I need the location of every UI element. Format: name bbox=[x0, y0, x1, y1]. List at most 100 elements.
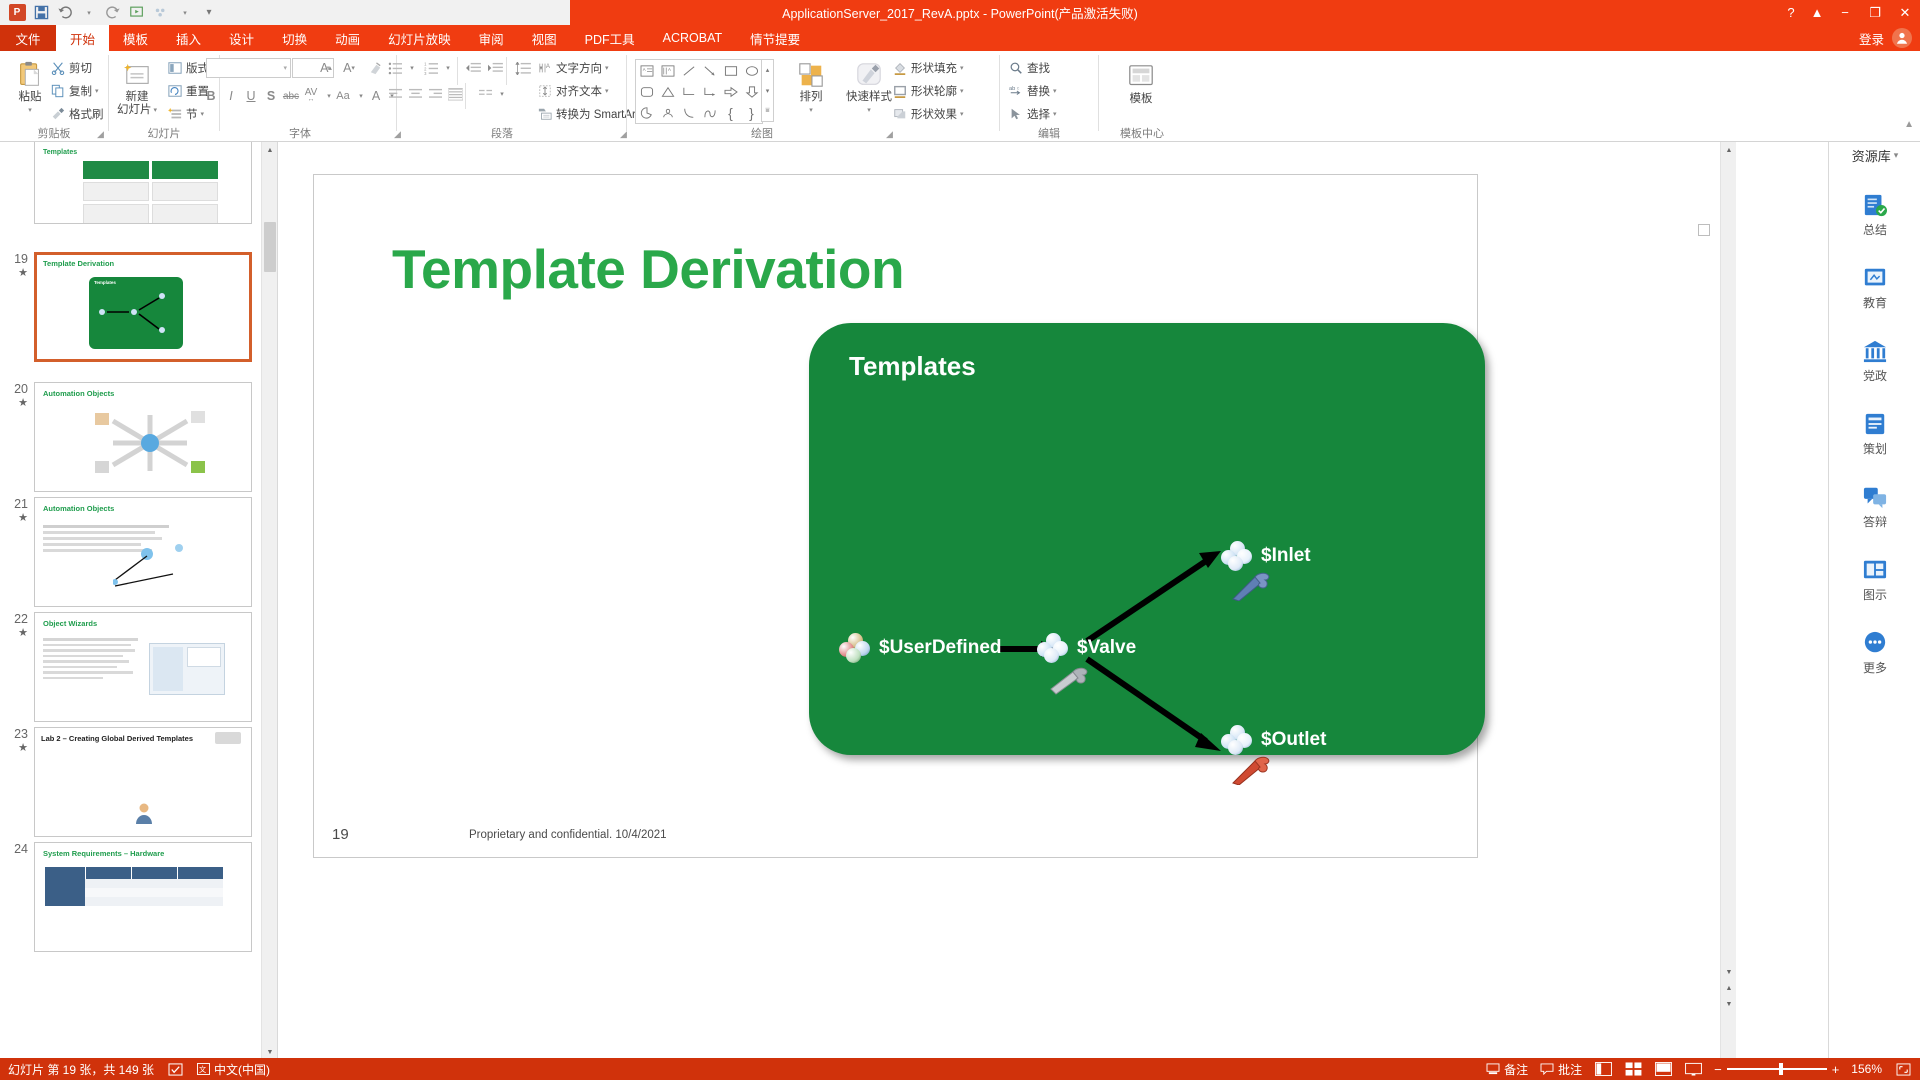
resource-item-planning[interactable]: 策划 bbox=[1829, 411, 1920, 457]
copy-button[interactable]: 复制 ▾ bbox=[50, 83, 99, 99]
bold-button[interactable]: B bbox=[201, 86, 221, 106]
line-spacing-button[interactable] bbox=[513, 58, 533, 78]
gallery-scroll-up-icon[interactable]: ▴ bbox=[766, 60, 770, 80]
numbering-caret-icon[interactable]: ▾ bbox=[438, 58, 458, 78]
shape-arrow-icon[interactable] bbox=[699, 60, 720, 81]
shapes-gallery[interactable]: A A { } bbox=[635, 59, 763, 124]
tab-view[interactable]: 视图 bbox=[518, 25, 571, 51]
ribbon-display-options-icon[interactable]: ▲ bbox=[1804, 0, 1830, 25]
tab-slideshow[interactable]: 幻灯片放映 bbox=[374, 25, 465, 51]
gallery-scroll-down-icon[interactable]: ▾ bbox=[766, 81, 770, 101]
paste-caret-icon[interactable]: ▾ bbox=[28, 104, 32, 117]
restore-button[interactable]: ❐ bbox=[1860, 0, 1890, 25]
tab-pdf-tools[interactable]: PDF工具 bbox=[571, 25, 649, 51]
change-case-button[interactable]: Aa bbox=[333, 86, 353, 106]
find-button[interactable]: 查找 bbox=[1008, 60, 1050, 76]
shape-outline-caret-icon[interactable]: ▾ bbox=[960, 87, 964, 95]
thumbnail-frame-18[interactable]: Templates bbox=[34, 142, 252, 224]
columns-caret-icon[interactable]: ▾ bbox=[492, 84, 512, 104]
canvas-scroll-down-icon[interactable]: ▼ bbox=[1721, 964, 1737, 980]
node-valve[interactable]: $Valve bbox=[1037, 633, 1136, 663]
thumbnail-frame-22[interactable]: Object Wizards bbox=[34, 612, 252, 722]
thumbnail-18[interactable]: 18 Templates bbox=[0, 142, 277, 224]
shape-elbow-connector-icon[interactable] bbox=[678, 81, 699, 102]
text-direction-button[interactable]: A 文字方向 ▾ bbox=[537, 60, 609, 76]
zoom-in-button[interactable]: + bbox=[1832, 1062, 1840, 1077]
window-controls[interactable]: ? ▲ − ❐ ✕ bbox=[1778, 0, 1920, 25]
gallery-more-icon[interactable]: ⩸ bbox=[765, 101, 769, 121]
previous-slide-icon[interactable]: ▲ bbox=[1721, 980, 1737, 996]
thumbnails-scroll-thumb[interactable] bbox=[264, 222, 276, 272]
shape-rounded-rect-icon[interactable] bbox=[636, 81, 657, 102]
canvas-scroll-up-icon[interactable]: ▲ bbox=[1721, 142, 1737, 158]
font-name-input[interactable]: ▾ bbox=[206, 58, 291, 78]
tab-template[interactable]: 模板 bbox=[109, 25, 162, 51]
align-right-button[interactable] bbox=[425, 84, 445, 104]
tab-review[interactable]: 审阅 bbox=[465, 25, 518, 51]
help-icon[interactable]: ? bbox=[1778, 0, 1804, 25]
shape-fill-button[interactable]: 形状填充 ▾ bbox=[892, 60, 964, 76]
arrange-button[interactable]: 排列 ▾ bbox=[785, 59, 837, 117]
shape-elbow-arrow-icon[interactable] bbox=[699, 81, 720, 102]
new-slide-caret-icon[interactable]: ▾ bbox=[153, 104, 157, 117]
character-spacing-button[interactable]: AV ↔ bbox=[301, 86, 321, 106]
minimize-button[interactable]: − bbox=[1830, 0, 1860, 25]
zoom-out-button[interactable]: − bbox=[1714, 1062, 1722, 1077]
slide-sorter-view-button[interactable] bbox=[1624, 1061, 1642, 1077]
shape-triangle-icon[interactable] bbox=[657, 81, 678, 102]
shape-pie-icon[interactable] bbox=[636, 102, 657, 123]
text-direction-caret-icon[interactable]: ▾ bbox=[605, 64, 609, 72]
slide-title[interactable]: Template Derivation bbox=[392, 237, 905, 301]
tab-design[interactable]: 设计 bbox=[215, 25, 268, 51]
thumbnail-20[interactable]: 20 ★ Automation Objects bbox=[0, 382, 277, 492]
underline-button[interactable]: U bbox=[241, 86, 261, 106]
justify-button[interactable] bbox=[445, 84, 465, 104]
resource-item-education[interactable]: 教育 bbox=[1829, 265, 1920, 311]
collapse-ribbon-icon[interactable]: ▲ bbox=[1904, 119, 1914, 130]
slide-thumbnails-pane[interactable]: 18 Templates 19 ★ Templ bbox=[0, 142, 278, 1060]
paste-button[interactable]: 粘贴 ▾ bbox=[4, 59, 56, 117]
shape-right-arrow-icon[interactable] bbox=[720, 81, 741, 102]
thumbnails-scrollbar[interactable]: ▲ ▼ bbox=[261, 142, 277, 1060]
tab-animations[interactable]: 动画 bbox=[321, 25, 374, 51]
resource-item-more[interactable]: 更多 bbox=[1829, 630, 1920, 676]
new-slide-button[interactable]: 新建 幻灯片 ▾ bbox=[111, 59, 163, 117]
shape-arc-icon[interactable] bbox=[678, 102, 699, 123]
zoom-track[interactable] bbox=[1726, 1063, 1827, 1075]
thumbnail-frame-20[interactable]: Automation Objects bbox=[34, 382, 252, 492]
reading-view-button[interactable] bbox=[1654, 1061, 1672, 1077]
cut-button[interactable]: 剪切 bbox=[50, 60, 92, 76]
shape-rectangle-icon[interactable] bbox=[720, 60, 741, 81]
zoom-level[interactable]: 156% bbox=[1851, 1062, 1882, 1076]
shape-oval-icon[interactable] bbox=[741, 60, 762, 81]
shape-down-arrow-icon[interactable] bbox=[741, 81, 762, 102]
canvas-scroll-down-group[interactable]: ▼ ▲ ▼ bbox=[1721, 964, 1737, 1012]
fit-to-window-button[interactable] bbox=[1894, 1061, 1912, 1077]
format-painter-button[interactable]: 格式刷 bbox=[50, 106, 104, 122]
thumbnail-frame-19[interactable]: Template Derivation Templates bbox=[34, 252, 252, 362]
thumbnail-22[interactable]: 22 ★ Object Wizards bbox=[0, 612, 277, 722]
shape-curve-icon[interactable] bbox=[699, 102, 720, 123]
resource-item-diagram[interactable]: 图示 bbox=[1829, 557, 1920, 603]
zoom-slider[interactable]: − + bbox=[1714, 1062, 1839, 1077]
tab-home[interactable]: 开始 bbox=[56, 25, 110, 51]
signin-link[interactable]: 登录 bbox=[1859, 25, 1884, 51]
italic-button[interactable]: I bbox=[221, 86, 241, 106]
resource-library-header[interactable]: 资源库 ▾ bbox=[1829, 142, 1920, 168]
increase-font-size-button[interactable]: A ▴ bbox=[316, 58, 336, 78]
shape-left-brace-icon[interactable]: { bbox=[720, 102, 741, 123]
thumbnail-frame-24[interactable]: System Requirements – Hardware bbox=[34, 842, 252, 952]
canvas-scrollbar[interactable]: ▲ ▼ ▲ ▼ bbox=[1720, 142, 1736, 1060]
tab-acrobat[interactable]: ACROBAT bbox=[649, 25, 737, 51]
copy-caret-icon[interactable]: ▾ bbox=[95, 87, 99, 95]
shapes-gallery-scrollbar[interactable]: ▴ ▾ ⩸ bbox=[761, 59, 774, 122]
align-left-button[interactable] bbox=[385, 84, 405, 104]
next-slide-icon[interactable]: ▼ bbox=[1721, 996, 1737, 1012]
thumbnail-19[interactable]: 19 ★ Template Derivation Templates bbox=[0, 252, 277, 362]
tab-storyboard[interactable]: 情节提要 bbox=[736, 25, 814, 51]
replace-caret-icon[interactable]: ▾ bbox=[1053, 87, 1057, 95]
node-outlet[interactable]: $Outlet bbox=[1221, 725, 1326, 755]
normal-view-button[interactable] bbox=[1594, 1061, 1612, 1077]
align-center-button[interactable] bbox=[405, 84, 425, 104]
bullets-caret-icon[interactable]: ▾ bbox=[402, 58, 422, 78]
